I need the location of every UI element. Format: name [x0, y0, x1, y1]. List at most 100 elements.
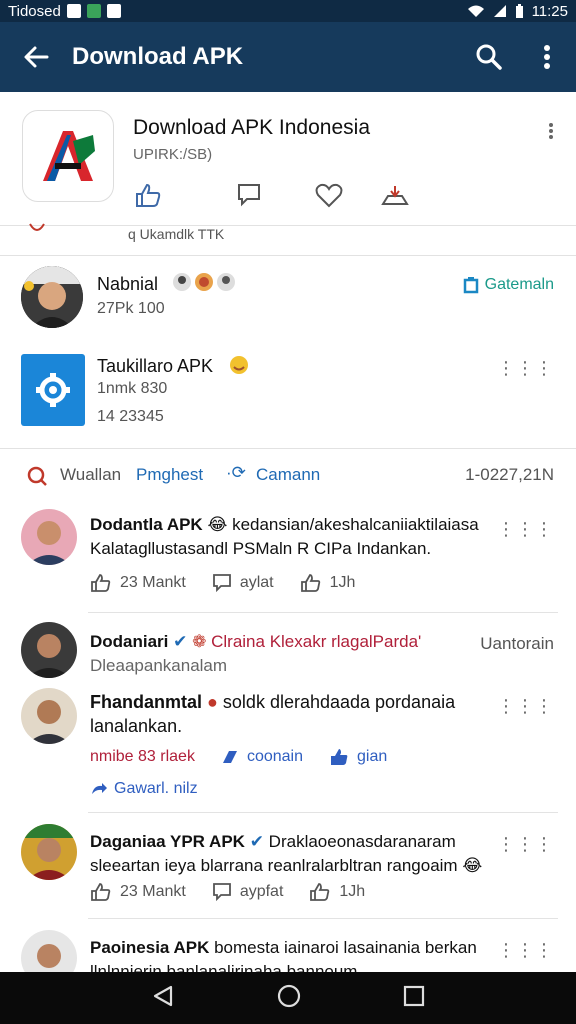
clock: 11:25 [531, 2, 568, 20]
home-circle-icon [277, 984, 301, 1007]
more-options-icon[interactable]: ⋮⋮⋮ [497, 940, 554, 961]
post-author: Paoinesia APK [90, 938, 210, 957]
app-subtitle: UPIRK:/SB) [133, 146, 213, 163]
more-options-icon[interactable]: ⋮⋮⋮ [497, 358, 554, 379]
avatar [21, 622, 77, 678]
person-sub: 1nmk 830 [97, 380, 168, 397]
nav-home-button[interactable] [276, 983, 302, 1014]
person-sub: 27Pk 100 [97, 300, 165, 317]
comment-button[interactable]: aylat [212, 573, 274, 593]
avatar [21, 688, 77, 744]
person-sub-2: 14 23345 [97, 408, 164, 425]
like-button[interactable]: gian [329, 748, 387, 766]
post-body: kedansian/akeshalcaniiaktilaiasa [232, 515, 479, 534]
emoji-icon [230, 356, 248, 374]
gear-icon [36, 373, 70, 407]
overflow-menu-button[interactable] [518, 22, 576, 92]
emoji-icon: 😂 [207, 515, 228, 534]
post-body-2: llnlnnierin banlanalirinaha bannoum [90, 962, 358, 972]
battery-icon [515, 3, 523, 18]
app-logo[interactable] [22, 110, 114, 202]
post-author: Daganiaa YPR APK [90, 832, 245, 851]
emoji-icon [217, 273, 235, 291]
comment-label: aypfat [239, 883, 284, 900]
avatar [21, 824, 77, 880]
post-text: Dodaniari ✔ ❁ Clraina Klexakr rlagalPard… [90, 630, 490, 678]
feed-tab-highlight[interactable]: Pmghest [136, 465, 203, 485]
follow-icon [463, 277, 478, 294]
post-author: Dodantla APK [90, 515, 203, 534]
back-button[interactable] [0, 22, 72, 92]
like-button[interactable]: 23 Mankt [90, 573, 186, 593]
partial-row-text: q Ukamdlk TTK [128, 226, 225, 242]
comment-icon [238, 184, 260, 207]
app-header-card: Download APK Indonesia UPIRK:/SB) [0, 92, 576, 226]
comment-label: aylat [239, 574, 274, 591]
status-bar: Tidosed 11:25 [0, 0, 576, 22]
post-actions: nmibe 83 rlaek coonain gian [90, 748, 413, 766]
notification-icon [106, 4, 121, 18]
recents-square-icon [404, 985, 425, 1006]
list-item[interactable]: Taukillaro APK 1nmk 830 14 23345 ⋮⋮⋮ [0, 350, 576, 445]
heart-icon [315, 183, 343, 208]
more-options-icon[interactable]: ⋮⋮⋮ [497, 834, 554, 855]
post-text: Paoinesia APK bomesta iainaroi lasainani… [90, 936, 530, 972]
comment-icon [212, 574, 231, 593]
share-button[interactable] [380, 180, 410, 210]
emoji-icon [195, 273, 213, 291]
like-button[interactable]: 23 Mankt [90, 882, 186, 902]
share-icon [381, 186, 409, 205]
post-body-2: sleeartan ieya blarrana reanlralarbltran… [90, 856, 458, 875]
post-extra-label: Gawarl. nilz [114, 780, 198, 797]
favorite-button[interactable] [314, 180, 344, 210]
feed-count: 1-0227,21N [465, 465, 554, 484]
post[interactable]: Dodaniari ✔ ❁ Clraina Klexakr rlagalPard… [0, 620, 576, 686]
divider [88, 812, 558, 813]
partial-row: q Ukamdlk TTK [0, 223, 576, 256]
search-button[interactable] [460, 22, 518, 92]
post-body: soldk dlerahdaada pordanaia [222, 692, 456, 712]
post-body-2: lanalankan. [90, 716, 183, 736]
comment-button[interactable]: aypfat [212, 882, 284, 902]
reaction-count[interactable]: nmibe 83 rlaek [90, 748, 195, 766]
follow-button[interactable]: Gatemaln [463, 276, 554, 294]
post[interactable]: Daganiaa YPR APK ✔ Draklaoeonasdaranaram… [0, 820, 576, 920]
app-bar: Download APK [0, 22, 576, 92]
feed-header: Wuallan Pmghest ·⟳ Camann 1-0227,21N [0, 448, 576, 503]
emoji-row [172, 272, 236, 292]
list-item[interactable]: Nabnial 27Pk 100 Gatemaln [0, 258, 576, 338]
back-triangle-icon [153, 985, 172, 1006]
post[interactable]: Paoinesia APK bomesta iainaroi lasainani… [0, 926, 576, 972]
verified-icon: ✔ [173, 632, 188, 651]
post-actions: 23 Mankt aylat 1Jh [90, 573, 381, 593]
comment-button[interactable] [234, 180, 264, 210]
notification-icon [66, 4, 81, 18]
nav-back-button[interactable] [151, 984, 175, 1013]
share-label: 1Jh [329, 574, 356, 591]
like-button[interactable] [133, 180, 163, 210]
system-nav-bar [0, 972, 576, 1024]
more-options-icon[interactable]: ⋮⋮⋮ [497, 696, 554, 717]
post[interactable]: Fhandanmtal ● soldk dlerahdaada pordanai… [0, 686, 576, 806]
more-options-icon[interactable]: ⋮⋮⋮ [497, 519, 554, 540]
avatar [21, 509, 77, 565]
app-card-menu[interactable] [548, 122, 554, 145]
comment-button[interactable]: coonain [221, 748, 303, 766]
like-count: 23 Mankt [120, 574, 186, 591]
post[interactable]: Dodantla APK 😂 kedansian/akeshalcaniiakt… [0, 505, 576, 613]
status-text: Tidosed [8, 2, 61, 20]
share-button[interactable]: 1Jh [300, 573, 356, 593]
app-logo-icon [43, 131, 95, 181]
post-actions: 23 Mankt aypfat 1Jh [90, 882, 391, 902]
share-label: 1Jh [339, 883, 366, 900]
feed-tab[interactable]: Camann [256, 465, 320, 485]
post-extra[interactable]: Gawarl. nilz [90, 780, 198, 798]
link-icon [222, 751, 237, 763]
emoji-icon [173, 273, 191, 291]
verified-icon: ✔ [249, 832, 264, 851]
share-button[interactable]: 1Jh [309, 882, 365, 902]
notification-icon [86, 4, 101, 18]
nav-recents-button[interactable] [403, 985, 425, 1012]
arrow-icon [92, 783, 107, 794]
post-author: Dodaniari [90, 632, 169, 651]
